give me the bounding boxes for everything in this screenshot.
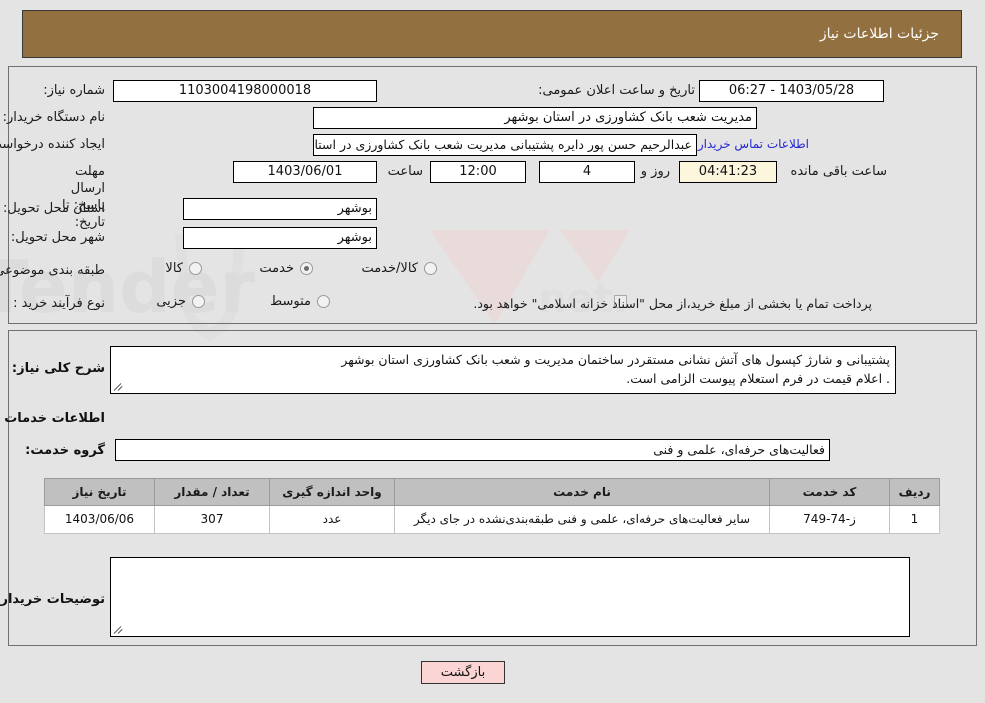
cell-unit: عدد bbox=[269, 505, 395, 534]
service-group-value: فعالیت‌های حرفه‌ای، علمی و فنی bbox=[115, 439, 830, 461]
remaining-suffix-label: ساعت باقی مانده bbox=[790, 164, 887, 179]
description-line-2: . اعلام قیمت در فرم استعلام پیوست الزامی… bbox=[626, 371, 890, 386]
resize-grip-icon[interactable] bbox=[113, 624, 124, 635]
col-header-unit: واحد اندازه گیری bbox=[269, 478, 395, 506]
col-header-code: کد خدمت bbox=[769, 478, 890, 506]
col-header-need-date: تاریخ نیاز bbox=[44, 478, 155, 506]
category-label: طبقه بندی موضوعی: bbox=[0, 263, 105, 278]
province-value: بوشهر bbox=[183, 198, 377, 220]
radio-label: جزیی bbox=[156, 294, 186, 309]
days-remaining-value: 4 bbox=[539, 161, 635, 183]
deadline-time-value: 12:00 bbox=[430, 161, 526, 183]
countdown-timer: 04:41:23 bbox=[679, 161, 777, 183]
col-header-quantity: تعداد / مقدار bbox=[154, 478, 270, 506]
radio-indicator[interactable] bbox=[192, 295, 205, 308]
announce-datetime-value: 1403/05/28 - 06:27 bbox=[699, 80, 884, 102]
description-line-1: پشتیبانی و شارژ کپسول های آتش نشانی مستق… bbox=[341, 352, 890, 367]
city-label: شهر محل تحویل: bbox=[10, 230, 105, 245]
back-button[interactable]: بازگشت bbox=[421, 661, 505, 684]
city-value: بوشهر bbox=[183, 227, 377, 249]
radio-label: متوسط bbox=[270, 294, 311, 309]
table-header-row: ردیف کد خدمت نام خدمت واحد اندازه گیری ت… bbox=[44, 478, 940, 506]
need-number-value: 1103004198000018 bbox=[113, 80, 377, 102]
buyer-notes-label: توضیحات خریدار: bbox=[0, 592, 105, 607]
service-group-label: گروه خدمت: bbox=[25, 443, 105, 458]
announce-datetime-label: تاریخ و ساعت اعلان عمومی: bbox=[538, 83, 695, 98]
deadline-date-value: 1403/06/01 bbox=[233, 161, 377, 183]
radio-indicator[interactable] bbox=[424, 262, 437, 275]
need-info-panel bbox=[8, 66, 977, 324]
province-label: استان محل تحویل: bbox=[3, 201, 105, 216]
radio-category-kala-khedmat[interactable]: کالا/خدمت bbox=[361, 261, 437, 276]
days-and-label: روز و bbox=[640, 164, 670, 179]
buyer-contact-link[interactable]: اطلاعات تماس خریدار bbox=[698, 137, 809, 151]
radio-label: کالا bbox=[165, 261, 183, 276]
page-header: جزئیات اطلاعات نیاز bbox=[22, 10, 962, 58]
resize-grip-icon[interactable] bbox=[113, 381, 124, 392]
need-number-label: شماره نیاز: bbox=[43, 83, 105, 98]
services-section-title: اطلاعات خدمات مورد نیاز bbox=[0, 411, 105, 426]
page-title: جزئیات اطلاعات نیاز bbox=[819, 26, 939, 42]
requester-value: عبدالرحیم حسن پور دایره پشتیبانی مدیریت … bbox=[313, 134, 697, 156]
radio-purchase-jozi[interactable]: جزیی bbox=[156, 294, 205, 309]
hour-label: ساعت bbox=[387, 164, 423, 179]
radio-indicator-selected[interactable] bbox=[300, 262, 313, 275]
radio-category-kala[interactable]: کالا bbox=[165, 261, 202, 276]
cell-code: ز-74-749 bbox=[769, 505, 890, 534]
col-header-name: نام خدمت bbox=[394, 478, 770, 506]
radio-label: کالا/خدمت bbox=[361, 261, 418, 276]
page-root: AnjaTender .net جزئیات اطلاعات نیاز شمار… bbox=[0, 0, 985, 703]
col-header-radif: ردیف bbox=[889, 478, 940, 506]
cell-radif: 1 bbox=[889, 505, 940, 534]
services-table: ردیف کد خدمت نام خدمت واحد اندازه گیری ت… bbox=[44, 478, 940, 534]
cell-need-date: 1403/06/06 bbox=[44, 505, 155, 534]
buyer-org-label: نام دستگاه خریدار: bbox=[2, 110, 105, 125]
radio-indicator[interactable] bbox=[317, 295, 330, 308]
purchase-type-label: نوع فرآیند خرید : bbox=[13, 296, 105, 311]
radio-purchase-motavaset[interactable]: متوسط bbox=[270, 294, 330, 309]
radio-label: خدمت bbox=[259, 261, 294, 276]
description-textarea[interactable]: پشتیبانی و شارژ کپسول های آتش نشانی مستق… bbox=[110, 346, 896, 394]
buyer-org-value: مدیریت شعب بانک کشاورزی در استان بوشهر bbox=[313, 107, 757, 129]
description-label: شرح کلی نیاز: bbox=[11, 361, 105, 376]
treasury-note-label: پرداخت تمام یا بخشی از مبلغ خرید،از محل … bbox=[473, 296, 872, 311]
cell-name: سایر فعالیت‌های حرفه‌ای، علمی و فنی طبقه… bbox=[394, 505, 770, 534]
radio-indicator[interactable] bbox=[189, 262, 202, 275]
buyer-notes-textarea[interactable] bbox=[110, 557, 910, 637]
cell-quantity: 307 bbox=[154, 505, 270, 534]
requester-label: ایجاد کننده درخواست: bbox=[0, 137, 105, 152]
deadline-label: مهلت ارسال پاسخ: تا تاریخ: bbox=[62, 164, 105, 230]
radio-category-khedmat[interactable]: خدمت bbox=[259, 261, 313, 276]
table-row: 1 ز-74-749 سایر فعالیت‌های حرفه‌ای، علمی… bbox=[44, 505, 940, 534]
